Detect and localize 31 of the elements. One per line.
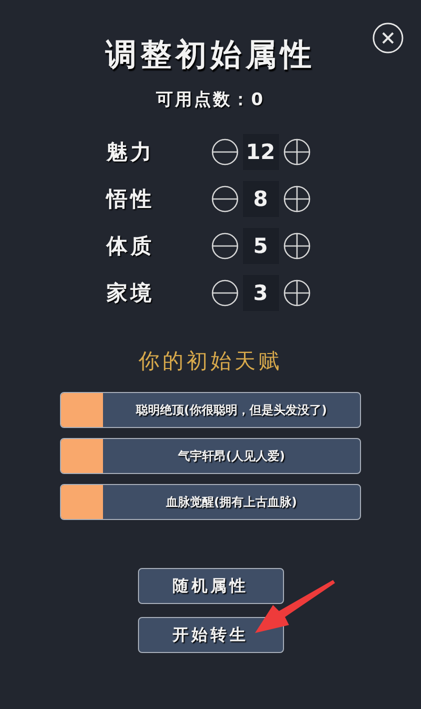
action-button[interactable]: 开始转生 bbox=[138, 617, 284, 653]
talent-swatch bbox=[61, 393, 103, 427]
attribute-value: 3 bbox=[242, 274, 278, 310]
action-button[interactable]: 随机属性 bbox=[138, 568, 284, 604]
talent-label: 聪明绝顶(你很聪明，但是头发没了) bbox=[134, 402, 328, 418]
talents-heading: 你的初始天赋 bbox=[138, 348, 282, 375]
plus-icon[interactable] bbox=[282, 138, 310, 166]
plus-icon[interactable] bbox=[282, 184, 310, 212]
close-icon[interactable] bbox=[372, 22, 404, 54]
talent-swatch bbox=[61, 485, 103, 519]
attribute-label: 悟性 bbox=[106, 186, 156, 212]
minus-icon[interactable] bbox=[210, 138, 238, 166]
dialog-title: 调整初始属性 bbox=[106, 36, 316, 75]
plus-icon[interactable] bbox=[282, 232, 310, 260]
attribute-value: 8 bbox=[242, 180, 278, 216]
talent-card[interactable]: 聪明绝顶(你很聪明，但是头发没了) bbox=[60, 392, 361, 428]
attribute-value: 12 bbox=[242, 134, 278, 170]
plus-icon[interactable] bbox=[282, 278, 310, 306]
minus-icon[interactable] bbox=[210, 184, 238, 212]
attribute-value: 5 bbox=[242, 228, 278, 264]
minus-icon[interactable] bbox=[210, 232, 238, 260]
points-label: 可用点数：0 bbox=[156, 89, 265, 111]
talent-swatch bbox=[61, 439, 103, 473]
talent-label: 气宇轩昂(人见人爱) bbox=[176, 448, 286, 464]
attribute-label: 体质 bbox=[106, 232, 156, 260]
talent-card[interactable]: 血脉觉醒(拥有上古血脉) bbox=[60, 484, 361, 520]
talent-card[interactable]: 气宇轩昂(人见人爱) bbox=[60, 438, 361, 474]
minus-icon[interactable] bbox=[210, 278, 238, 306]
talent-label: 血脉觉醒(拥有上古血脉) bbox=[165, 494, 298, 510]
attribute-label: 家境 bbox=[106, 280, 156, 306]
attribute-label: 魅力 bbox=[106, 138, 156, 166]
